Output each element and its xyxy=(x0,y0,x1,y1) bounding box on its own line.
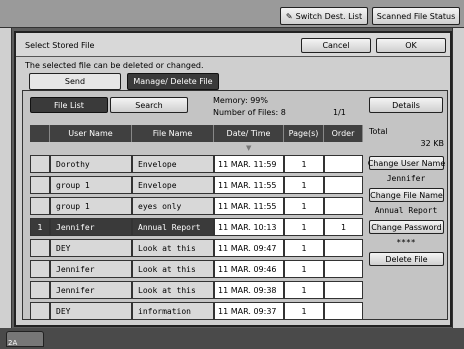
row-select-cell[interactable] xyxy=(30,260,50,278)
left-edge-panel xyxy=(0,28,12,328)
total-label: Total xyxy=(369,127,388,136)
file-name-value: Annual Report xyxy=(374,206,438,215)
table-row[interactable]: DEY Look at this 11 MAR. 09:47 1 xyxy=(30,239,363,257)
header-order[interactable]: Order xyxy=(324,125,363,142)
page-indicator: 1/1 xyxy=(333,108,346,117)
order-cell xyxy=(324,302,363,320)
pages-cell: 1 xyxy=(284,155,324,173)
order-number-icon: 1 xyxy=(37,222,43,232)
table-row[interactable]: Jennifer Look at this 11 MAR. 09:46 1 xyxy=(30,260,363,278)
change-password-button[interactable]: Change Password xyxy=(369,220,444,234)
order-cell xyxy=(324,281,363,299)
sort-down-icon: ▼ xyxy=(246,144,252,152)
number-of-files-text: Number of Files: 8 xyxy=(213,108,286,117)
switch-dest-list-button[interactable]: ✎ Switch Dest. List xyxy=(280,7,368,25)
order-cell xyxy=(324,176,363,194)
date-time-cell: 11 MAR. 10:13 xyxy=(214,218,284,236)
row-select-cell[interactable] xyxy=(30,302,50,320)
file-name-cell: Envelope xyxy=(132,155,214,173)
delete-file-button[interactable]: Delete File xyxy=(369,252,444,266)
pages-cell: 1 xyxy=(284,197,324,215)
row-select-cell[interactable] xyxy=(30,155,50,173)
dialog-message: The selected file can be deleted or chan… xyxy=(25,61,204,70)
dialog-title: Select Stored File xyxy=(25,41,95,50)
user-name-cell: Dorothy xyxy=(50,155,132,173)
pencil-icon: ✎ xyxy=(285,11,293,21)
details-button[interactable]: Details xyxy=(369,97,443,113)
order-cell xyxy=(324,197,363,215)
header-date-time[interactable]: Date/ Time xyxy=(214,125,284,142)
pages-cell: 1 xyxy=(284,281,324,299)
pages-cell: 1 xyxy=(284,218,324,236)
date-time-cell: 11 MAR. 09:38 xyxy=(214,281,284,299)
row-select-cell[interactable] xyxy=(30,176,50,194)
header-pages[interactable]: Page(s) xyxy=(284,125,324,142)
date-time-cell: 11 MAR. 09:46 xyxy=(214,260,284,278)
pages-cell: 1 xyxy=(284,302,324,320)
header-file-name[interactable]: File Name xyxy=(132,125,214,142)
header-user-name[interactable]: User Name xyxy=(50,125,132,142)
table-row[interactable]: Jennifer Look at this 11 MAR. 09:38 1 xyxy=(30,281,363,299)
table-row[interactable]: group 1 eyes only 11 MAR. 11:55 1 xyxy=(30,197,363,215)
date-time-cell: 11 MAR. 11:55 xyxy=(214,197,284,215)
file-name-cell: information xyxy=(132,302,214,320)
table-row[interactable]: Dorothy Envelope 11 MAR. 11:59 1 xyxy=(30,155,363,173)
date-time-cell: 11 MAR. 09:37 xyxy=(214,302,284,320)
file-name-cell: eyes only xyxy=(132,197,214,215)
user-name-cell: Jennifer xyxy=(50,281,132,299)
tab-manage-delete-file[interactable]: Manage/ Delete File xyxy=(127,73,219,90)
date-time-cell: 11 MAR. 09:47 xyxy=(214,239,284,257)
file-list-button[interactable]: File List xyxy=(30,97,108,113)
pages-cell: 1 xyxy=(284,260,324,278)
user-name-cell: DEY xyxy=(50,302,132,320)
tray-label: 2A xyxy=(8,339,18,347)
user-name-cell: group 1 xyxy=(50,197,132,215)
memory-text: Memory: 99% xyxy=(213,96,268,105)
date-time-cell: 11 MAR. 11:55 xyxy=(214,176,284,194)
pages-cell: 1 xyxy=(284,176,324,194)
change-user-name-button[interactable]: Change User Name xyxy=(368,156,445,170)
order-cell: 1 xyxy=(324,218,363,236)
user-name-cell: Jennifer xyxy=(50,260,132,278)
order-cell xyxy=(324,260,363,278)
row-selected-marker[interactable]: 1 xyxy=(30,218,50,236)
order-cell xyxy=(324,155,363,173)
file-name-cell: Look at this xyxy=(132,281,214,299)
tab-send[interactable]: Send xyxy=(29,73,121,90)
user-name-cell: Jennifer xyxy=(50,218,132,236)
table-row-selected[interactable]: 1 Jennifer Annual Report 11 MAR. 10:13 1… xyxy=(30,218,363,236)
file-name-cell: Annual Report xyxy=(132,218,214,236)
right-edge-panel xyxy=(452,28,464,328)
ok-button[interactable]: OK xyxy=(376,38,446,53)
change-file-name-button[interactable]: Change File Name xyxy=(369,188,444,202)
date-time-cell: 11 MAR. 11:59 xyxy=(214,155,284,173)
user-name-cell: group 1 xyxy=(50,176,132,194)
pages-cell: 1 xyxy=(284,239,324,257)
table-row[interactable]: group 1 Envelope 11 MAR. 11:55 1 xyxy=(30,176,363,194)
user-name-value: Jennifer xyxy=(386,174,426,183)
order-cell xyxy=(324,239,363,257)
user-name-cell: DEY xyxy=(50,239,132,257)
table-row[interactable]: DEY information 11 MAR. 09:37 1 xyxy=(30,302,363,320)
file-name-cell: Look at this xyxy=(132,260,214,278)
file-name-cell: Look at this xyxy=(132,239,214,257)
file-name-cell: Envelope xyxy=(132,176,214,194)
bottom-status-bar xyxy=(0,328,464,349)
search-button[interactable]: Search xyxy=(110,97,188,113)
row-select-cell[interactable] xyxy=(30,239,50,257)
scanned-file-status-button[interactable]: Scanned File Status xyxy=(372,7,460,25)
total-value: 32 KB xyxy=(420,139,444,148)
header-select xyxy=(30,125,50,142)
password-value: **** xyxy=(396,238,416,247)
cancel-button[interactable]: Cancel xyxy=(301,38,371,53)
row-select-cell[interactable] xyxy=(30,281,50,299)
row-select-cell[interactable] xyxy=(30,197,50,215)
